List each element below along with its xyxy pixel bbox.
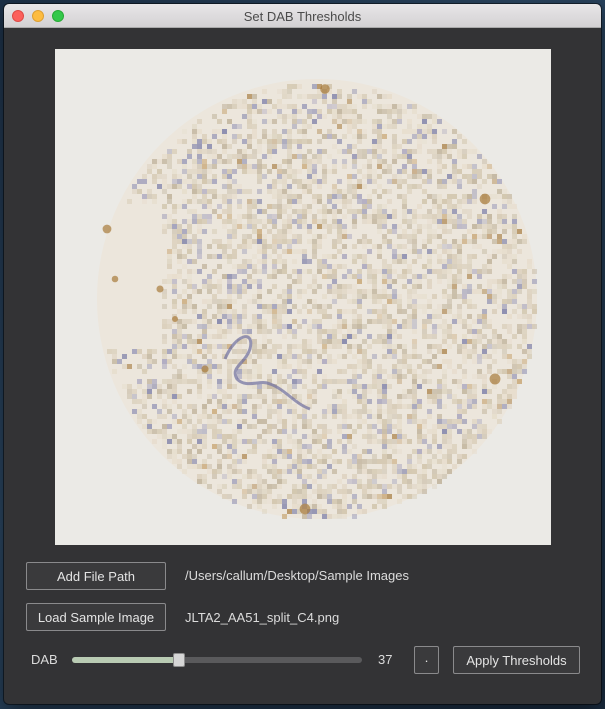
- slider-thumb[interactable]: [173, 653, 185, 667]
- add-file-path-button[interactable]: Add File Path: [26, 562, 166, 590]
- dab-value: 37: [378, 652, 393, 667]
- apply-thresholds-button[interactable]: Apply Thresholds: [453, 646, 580, 674]
- slider-fill: [72, 657, 179, 663]
- window-title: Set DAB Thresholds: [243, 9, 362, 24]
- dab-label: DAB: [31, 652, 58, 667]
- tissue-core-image: [97, 79, 537, 519]
- dot-button[interactable]: ·: [414, 646, 439, 674]
- load-sample-image-button[interactable]: Load Sample Image: [26, 603, 166, 631]
- title-bar: Set DAB Thresholds: [4, 4, 601, 28]
- tissue-image-panel: [55, 49, 551, 545]
- sample-image-filename: JLTA2_AA51_split_C4.png: [185, 610, 340, 625]
- file-path-text: /Users/callum/Desktop/Sample Images: [185, 568, 409, 583]
- dab-threshold-slider[interactable]: [72, 653, 362, 667]
- app-window: Set DAB Thresholds Add File Path /Users/…: [4, 4, 601, 704]
